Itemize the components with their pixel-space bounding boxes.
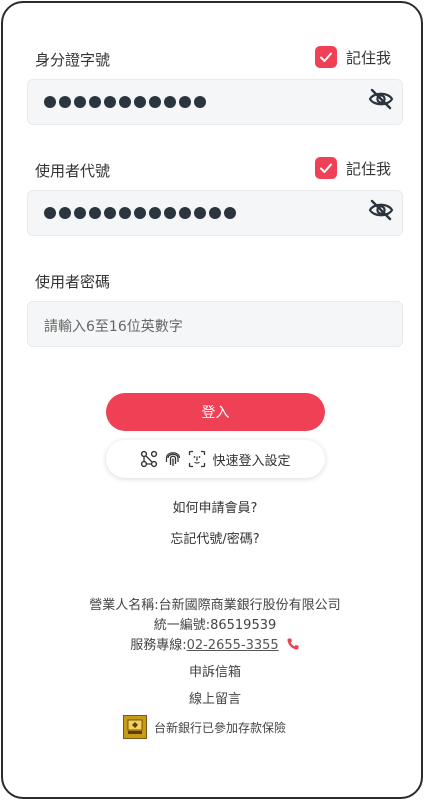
mask-dot [164, 96, 176, 108]
mask-dot [209, 207, 221, 219]
online-message-link[interactable]: 線上留言 [3, 688, 421, 707]
password-input[interactable]: 請輸入6至16位英數字 [27, 301, 403, 347]
mask-dot [119, 207, 131, 219]
masked-value [44, 207, 236, 219]
user-code-input[interactable] [27, 190, 403, 236]
biometric-icon [141, 450, 158, 468]
service-phone-link[interactable]: 02-2655-3355 [187, 638, 279, 653]
mask-dot [44, 96, 56, 108]
mask-dot [179, 207, 191, 219]
mask-dot [74, 96, 86, 108]
fingerprint-icon [166, 452, 181, 466]
mask-dot [59, 96, 71, 108]
masked-value [44, 96, 206, 108]
mask-dot [134, 96, 146, 108]
mask-dot [89, 207, 101, 219]
mask-dot [194, 96, 206, 108]
mask-dot [194, 207, 206, 219]
mask-dot [44, 207, 56, 219]
deposit-insurance-notice: 台新銀行已參加存款保險 [123, 715, 286, 739]
remember-user-checkbox[interactable]: 記住我 [314, 157, 391, 179]
service-label: 服務專線: [130, 638, 187, 653]
remember-id-checkbox[interactable]: 記住我 [314, 46, 391, 68]
mask-dot [134, 207, 146, 219]
user-code-label: 使用者代號 [35, 162, 111, 180]
service-line: 服務專線:02-2655-3355 [3, 634, 421, 653]
id-number-input[interactable] [27, 79, 403, 125]
mask-dot [104, 207, 116, 219]
eye-off-icon[interactable] [368, 88, 394, 110]
remember-user-label: 記住我 [345, 159, 391, 178]
app-frame: 身分證字號 記住我 使用者代號 記住我 使用者密碼 請輸入6至16位英數字 登入… [1, 1, 423, 799]
mask-dot [74, 207, 86, 219]
login-button[interactable]: 登入 [106, 393, 325, 431]
forgot-credentials-link[interactable]: 忘記代號/密碼? [3, 528, 421, 547]
phone-icon[interactable] [286, 637, 300, 651]
mask-dot [149, 96, 161, 108]
mask-dot [164, 207, 176, 219]
password-placeholder: 請輸入6至16位英數字 [44, 319, 183, 335]
check-icon [314, 46, 337, 68]
mask-dot [89, 96, 101, 108]
password-label: 使用者密碼 [35, 273, 111, 291]
mask-dot [119, 96, 131, 108]
quick-login-label: 快速登入設定 [212, 453, 291, 469]
mask-dot [179, 96, 191, 108]
mask-dot [104, 96, 116, 108]
how-to-join-link[interactable]: 如何申請會員? [3, 497, 421, 516]
deposit-insurance-text: 台新銀行已參加存款保險 [154, 720, 287, 735]
quick-login-settings-button[interactable]: 快速登入設定 [106, 440, 325, 478]
complaint-mailbox-link[interactable]: 申訴信箱 [3, 661, 421, 680]
mask-dot [59, 207, 71, 219]
mask-dot [224, 207, 236, 219]
deposit-insurance-badge-icon [123, 715, 147, 739]
check-icon [314, 157, 337, 179]
eye-off-icon[interactable] [368, 199, 394, 221]
mask-dot [149, 207, 161, 219]
remember-id-label: 記住我 [345, 48, 391, 67]
id-number-label: 身分證字號 [35, 51, 111, 69]
company-name: 營業人名稱:台新國際商業銀行股份有限公司 [89, 598, 341, 613]
face-id-icon [189, 450, 206, 468]
tax-id: 統一編號:86519539 [153, 618, 277, 633]
